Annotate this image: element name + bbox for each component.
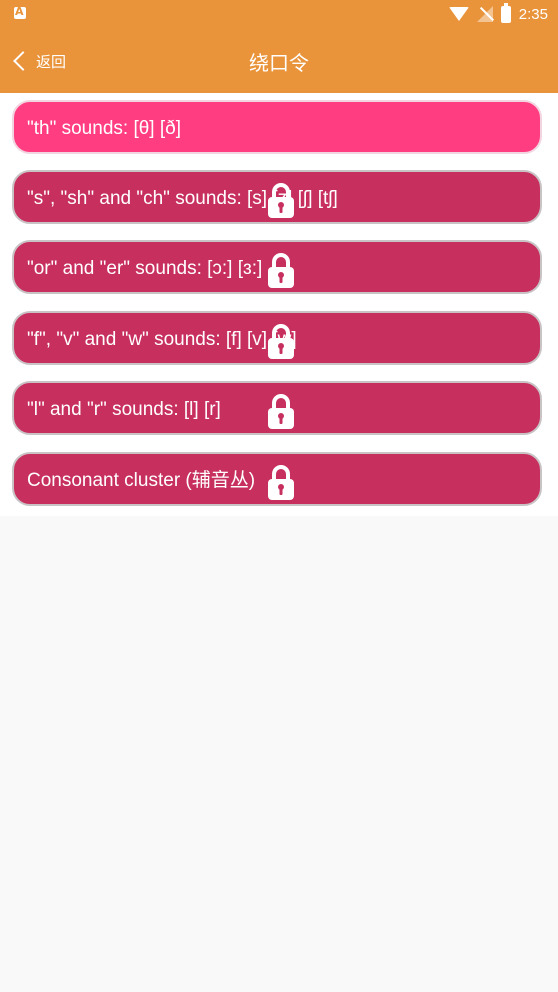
app-header: 2:35 返回 绕口令 xyxy=(0,0,558,93)
app-notification-icon xyxy=(14,5,26,19)
list-item[interactable]: Consonant cluster (辅音丛) xyxy=(12,452,542,506)
list-item-label: "f", "v" and "w" sounds: [f] [v] [w] xyxy=(27,329,297,350)
list-item[interactable]: "l" and "r" sounds: [l] [r] xyxy=(12,381,542,435)
lock-icon xyxy=(268,394,294,429)
list-item[interactable]: "or" and "er" sounds: [ɔ:] [ɜ:] xyxy=(12,240,542,294)
lock-icon xyxy=(268,465,294,500)
list-item[interactable]: "th" sounds: [θ] [ð] xyxy=(12,100,542,154)
list-item-label: "or" and "er" sounds: [ɔ:] [ɜ:] xyxy=(27,258,263,279)
list-item-label: Consonant cluster (辅音丛) xyxy=(27,470,256,491)
list-item[interactable]: "f", "v" and "w" sounds: [f] [v] [w] xyxy=(12,311,542,365)
lock-icon xyxy=(268,324,294,359)
list-item-label: "l" and "r" sounds: [l] [r] xyxy=(27,399,221,420)
no-signal-icon xyxy=(476,6,493,22)
tongue-twister-list: "th" sounds: [θ] [ð] "s", "sh" and "ch" … xyxy=(0,93,558,516)
nav-bar: 返回 绕口令 xyxy=(0,30,558,93)
lock-icon xyxy=(268,253,294,288)
status-icons: 2:35 xyxy=(448,2,548,24)
lock-icon xyxy=(268,183,294,218)
battery-icon xyxy=(500,2,511,23)
status-bar: 2:35 xyxy=(0,0,558,30)
wifi-icon xyxy=(448,7,469,21)
status-time: 2:35 xyxy=(518,5,548,23)
list-item[interactable]: "s", "sh" and "ch" sounds: [s] [z] [ʃ] [… xyxy=(12,170,542,224)
list-item-label: "th" sounds: [θ] [ð] xyxy=(27,118,181,139)
page-title: 绕口令 xyxy=(249,51,309,75)
